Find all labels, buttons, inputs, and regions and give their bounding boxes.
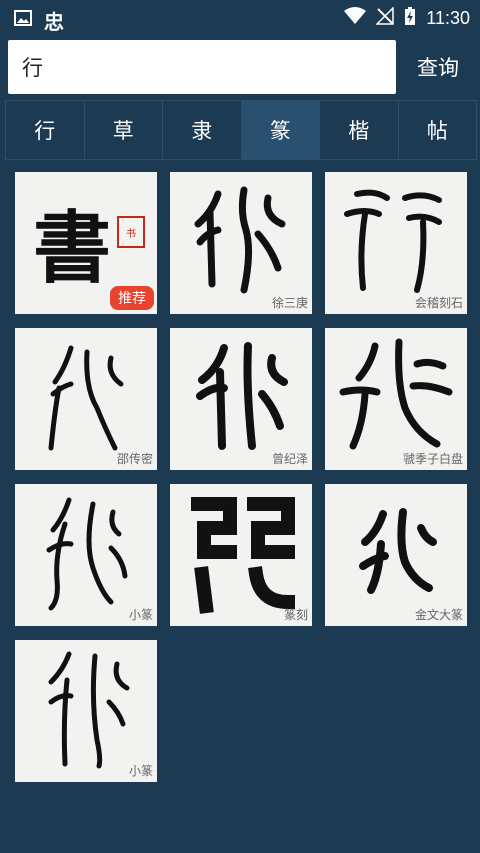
calligraphy-glyph-image — [194, 186, 286, 294]
clock: 11:30 — [426, 8, 470, 28]
result-tile[interactable]: 虢季子白盘 — [325, 328, 467, 470]
result-tile[interactable]: 邵传密 — [15, 328, 157, 470]
no-signal-icon — [375, 6, 395, 30]
result-label: 徐三庚 — [271, 296, 308, 310]
tab-zhuan[interactable]: 篆 — [241, 101, 320, 159]
calligraphy-glyph-image — [191, 497, 296, 614]
calligraphy-glyph-image — [196, 342, 288, 450]
tab-kai[interactable]: 楷 — [320, 101, 399, 159]
tab-cao[interactable]: 草 — [84, 101, 163, 159]
result-label: 小篆 — [128, 764, 153, 778]
calligraphy-glyph-image — [339, 338, 453, 450]
result-tile[interactable]: 小篆 — [15, 640, 157, 782]
result-tile[interactable]: 会稽刻石 — [325, 172, 467, 314]
seal-stamp: 书 — [117, 216, 145, 248]
wifi-icon — [344, 7, 367, 30]
calligraphy-glyph-image — [359, 508, 437, 594]
result-label: 小篆 — [128, 608, 153, 622]
tab-li[interactable]: 隶 — [163, 101, 242, 159]
result-label: 篆刻 — [283, 608, 308, 622]
calligraphy-glyph-image — [48, 345, 124, 451]
recommend-badge: 推荐 — [110, 286, 154, 310]
calligraphy-glyph-image — [344, 189, 442, 293]
search-button[interactable]: 查询 — [396, 40, 480, 94]
battery-charging-icon — [404, 6, 416, 31]
calligraphy-glyph-image — [46, 497, 128, 611]
promo-glyph: 書 — [33, 203, 112, 294]
result-label: 金文大篆 — [414, 608, 463, 622]
tab-xing[interactable]: 行 — [6, 101, 85, 159]
result-label: 邵传密 — [116, 452, 153, 466]
result-tile[interactable]: 金文大篆 — [325, 484, 467, 626]
result-label: 曾纪泽 — [271, 452, 308, 466]
result-tile[interactable]: 徐三庚 — [170, 172, 312, 314]
result-label: 虢季子白盘 — [402, 452, 463, 466]
result-tile[interactable]: 小篆 — [15, 484, 157, 626]
status-bar: 忠 11:30 — [0, 0, 480, 34]
tab-tie[interactable]: 帖 — [398, 101, 476, 159]
result-label: 会稽刻石 — [414, 296, 463, 310]
calligraphy-glyph-image — [48, 651, 130, 769]
promo-tile[interactable]: 書 书 推荐 — [15, 172, 157, 314]
result-tile[interactable]: 篆刻 — [170, 484, 312, 626]
result-tile[interactable]: 曾纪泽 — [170, 328, 312, 470]
app-notification-icon: 忠 — [44, 10, 64, 34]
script-style-tabs: 行 草 隶 篆 楷 帖 — [5, 100, 477, 160]
search-bar: 行 查询 — [8, 40, 480, 94]
gallery-notification-icon — [14, 10, 32, 31]
search-input[interactable]: 行 — [8, 40, 396, 94]
